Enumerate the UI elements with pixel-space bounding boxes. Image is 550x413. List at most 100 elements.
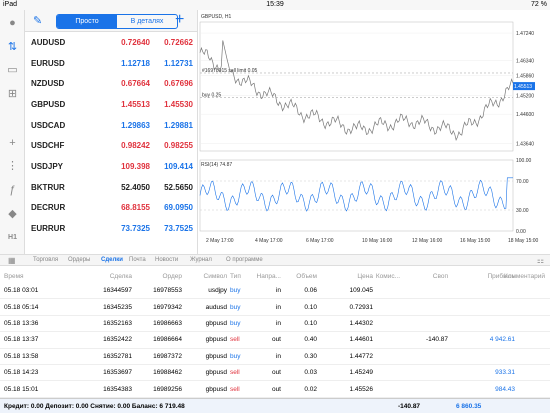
price-tick-label: 1.44600	[516, 112, 534, 118]
table-cell	[408, 283, 448, 298]
table-cell: 16989256	[153, 385, 182, 393]
rsi-tick-label: 0.00	[516, 229, 526, 235]
table-row[interactable]: 05.18 15:01 16354383 16989256 gbpusd sell out…	[0, 381, 550, 398]
table-row[interactable]: 05.18 13:58 16352781 16987372 gbpusd buy in 0.…	[0, 349, 550, 365]
tab-5[interactable]: Новости	[155, 257, 178, 263]
quote-row[interactable]: EURRUR 73.7325 73.7525	[25, 218, 197, 239]
table-cell: gbpusd	[205, 352, 227, 360]
filter-icon[interactable]: ⚏	[537, 256, 544, 265]
table-row[interactable]: 05.18 14:23 16353697 16988462 gbpusd sell out…	[0, 365, 550, 382]
table-row[interactable]: 05.18 05:14 16345235 16979342 audusd buy in 0.…	[0, 299, 550, 316]
price-tick-label: 1.46340	[516, 59, 534, 65]
table-cell: 16988462	[153, 369, 182, 377]
column-header[interactable]: Комис...	[360, 270, 400, 282]
quote-row[interactable]: BKTRUR 52.4050 52.5650	[25, 177, 197, 198]
detailed-view-button[interactable]: В деталях	[117, 15, 177, 28]
quote-bid: 1.29863	[121, 120, 150, 130]
table-cell	[408, 381, 448, 396]
indicators-icon[interactable]: ƒ	[5, 182, 20, 197]
table-row[interactable]: 05.18 13:37 16352422 16986664 gbpusd sell out…	[0, 332, 550, 349]
quote-row[interactable]: EURUSD 1.12718 1.12731	[25, 53, 197, 74]
table-cell	[500, 349, 545, 364]
tab-2[interactable]: Ордеры	[68, 257, 90, 263]
table-cell: sell	[230, 385, 240, 393]
chat-icon[interactable]: ▭	[5, 62, 20, 77]
quote-row[interactable]: USDJPY 109.398 109.414	[25, 156, 197, 177]
crosshair-icon[interactable]: +	[5, 135, 20, 150]
quote-row[interactable]: GBPUSD 1.45513 1.45530	[25, 94, 197, 115]
tab-3[interactable]: Сделки	[101, 257, 123, 263]
table-cell: 05.18 13:58	[4, 352, 39, 360]
rsi-tick-label: 30.00	[516, 208, 529, 214]
table-header: Время Сделка Ордер Символ Тип Напра... Объем Це…	[0, 270, 550, 282]
table-cell: 0.02	[304, 385, 317, 393]
price-tick-label: 1.43640	[516, 142, 534, 148]
column-header[interactable]: Своп	[408, 270, 448, 282]
quote-bid: 0.98242	[121, 141, 150, 151]
table-cell	[408, 299, 448, 314]
price-chart[interactable]: 1.47240 1.46340 1.45860 1.45200 1.44600 1.436…	[197, 10, 550, 254]
account-icon[interactable]: ●	[5, 15, 20, 30]
status-bar: iPad 15:39 72 %	[0, 0, 550, 10]
edit-icon[interactable]: ✎	[33, 14, 42, 27]
table-row[interactable]: 05.18 03:01 16344597 16978553 usdjpy buy in 0.…	[0, 283, 550, 300]
quote-bid: 68.8155	[121, 203, 150, 213]
objects-icon[interactable]: ⋮	[5, 158, 20, 173]
total-swap: -140.87	[398, 402, 421, 410]
quote-row[interactable]: USDCHF 0.98242 0.98255	[25, 135, 197, 156]
table-cell: -140.87	[425, 336, 448, 344]
table-row[interactable]: 05.18 13:36 16352163 16986663 gbpusd buy in 0.…	[0, 316, 550, 333]
table-cell	[500, 316, 545, 331]
tab-6[interactable]: Журнал	[190, 257, 212, 263]
chart-title: GBPUSD, H1	[201, 14, 232, 20]
table-cell: 0.40	[304, 336, 317, 344]
timeframe-icon[interactable]: H1	[5, 230, 20, 245]
tab-4[interactable]: Почта	[129, 257, 146, 263]
quote-ask: 0.98255	[164, 141, 193, 151]
column-header[interactable]: Комментарий	[500, 270, 545, 282]
quote-row[interactable]: NZDUSD 0.67664 0.67696	[25, 73, 197, 94]
table-cell	[360, 349, 400, 364]
table-cell	[500, 332, 545, 347]
column-header[interactable]: Символ	[182, 270, 227, 282]
rsi-series-line	[199, 177, 513, 212]
rsi-pane	[199, 159, 514, 232]
quote-bid: 0.72640	[121, 37, 150, 47]
time-tick-label: 4 May 17:00	[255, 238, 283, 244]
objects-shape-icon[interactable]: ◆	[5, 206, 20, 221]
quote-row[interactable]: DECRUR 68.8155 69.0950	[25, 198, 197, 219]
new-document-icon[interactable]: ⊞	[5, 86, 20, 101]
table-cell: 05.18 14:23	[4, 369, 39, 377]
table-cell: in	[275, 287, 281, 295]
column-header[interactable]: Время	[4, 270, 84, 282]
clock: 15:39	[266, 1, 284, 8]
table-cell: 0.30	[304, 352, 317, 360]
trade-icon[interactable]: ⇅	[5, 39, 20, 54]
calendar-icon[interactable]: ▦	[8, 256, 16, 265]
sidebar: ● ⇅ ▭ ⊞ + ⋮ ƒ ◆ H1	[0, 10, 25, 254]
table-cell	[408, 365, 448, 380]
quote-row[interactable]: AUDUSD 0.72640 0.72662	[25, 32, 197, 53]
quotes-list: AUDUSD 0.72640 0.72662 EURUSD 1.12718 1.12731…	[25, 32, 197, 239]
quote-symbol: USDJPY	[31, 161, 64, 171]
table-cell: 16352781	[103, 352, 132, 360]
column-header[interactable]: Объем	[292, 270, 317, 282]
table-cell: in	[275, 303, 281, 311]
quote-ask: 69.0950	[164, 203, 193, 213]
quote-row[interactable]: USDCAD 1.29863 1.29881	[25, 115, 197, 136]
column-header[interactable]: Ордер	[137, 270, 182, 282]
simple-view-button[interactable]: Просто	[57, 15, 117, 28]
column-header[interactable]: Сделка	[87, 270, 132, 282]
chart-svg[interactable]: 1.47240 1.46340 1.45860 1.45200 1.44600 1.436…	[198, 10, 550, 254]
table-cell: 16986664	[153, 336, 182, 344]
table-cell: 05.18 13:36	[4, 319, 39, 327]
column-header[interactable]: Тип	[230, 270, 250, 282]
quote-symbol: DECRUR	[31, 203, 66, 213]
price-tick-label: 1.45200	[516, 94, 534, 100]
tab-7[interactable]: О программе	[226, 257, 263, 263]
column-header[interactable]: Напра...	[253, 270, 281, 282]
table-cell: 16344597	[103, 287, 132, 295]
tab-1[interactable]: Торговля	[33, 257, 58, 263]
table-cell	[360, 332, 400, 347]
add-symbol-icon[interactable]: +	[175, 11, 184, 29]
